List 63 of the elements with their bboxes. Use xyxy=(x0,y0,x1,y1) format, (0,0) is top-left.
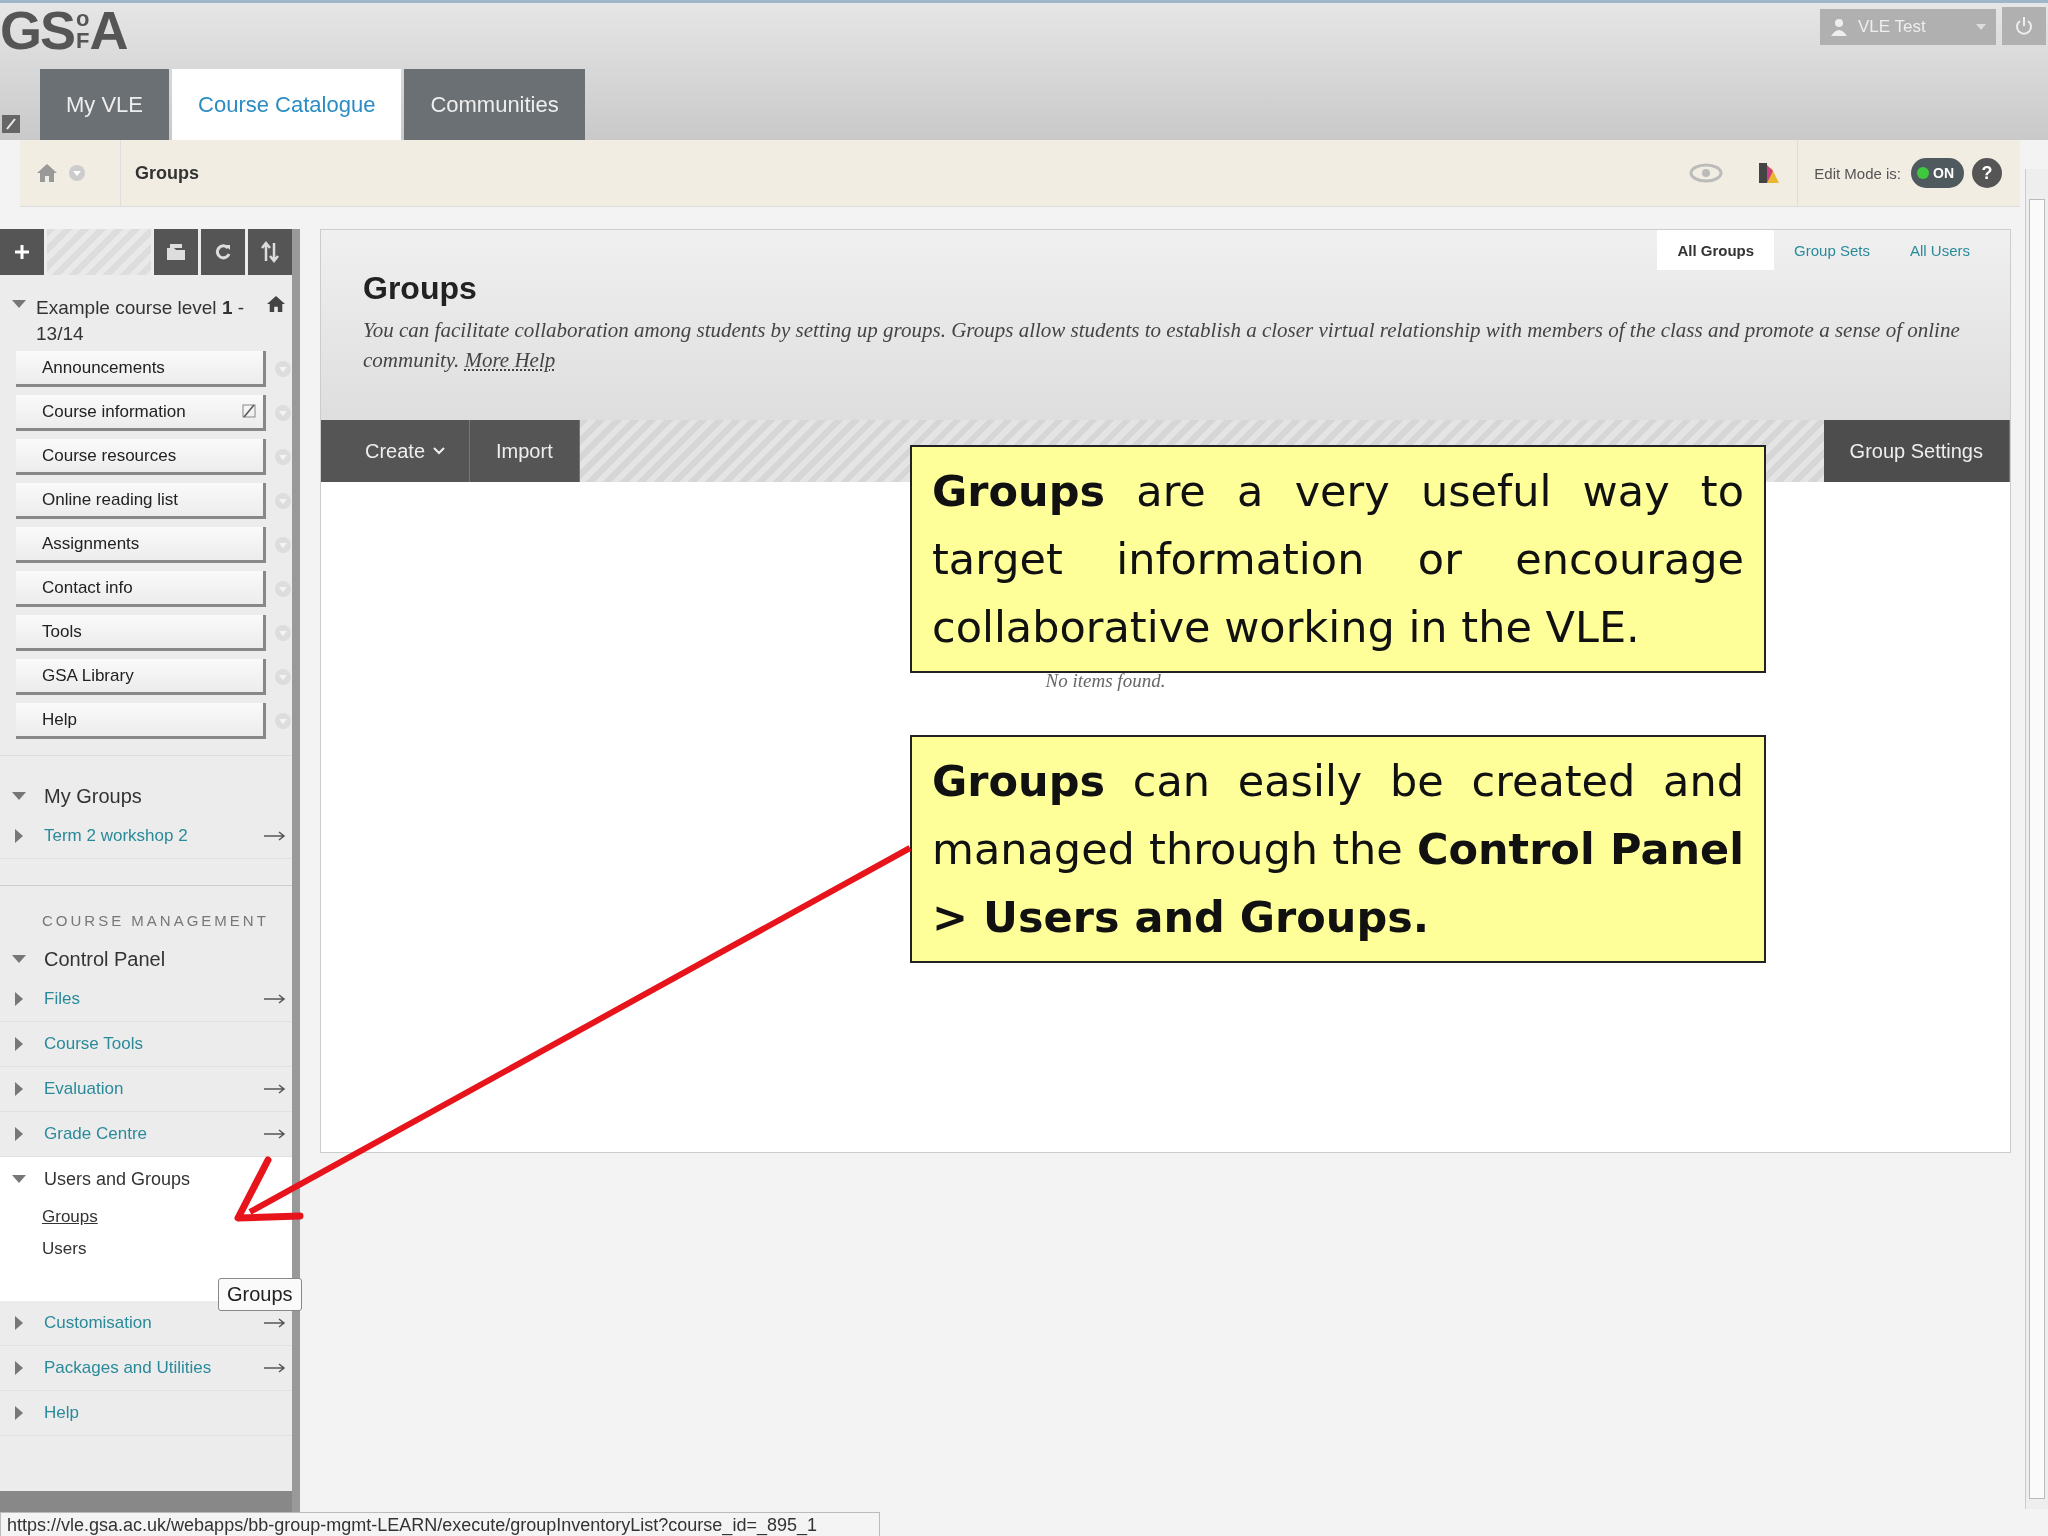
collapse-triangle-icon[interactable] xyxy=(12,300,26,310)
arrow-right-icon[interactable] xyxy=(264,1363,286,1373)
chevron-down-icon xyxy=(433,447,446,455)
view-tab[interactable]: All Groups xyxy=(1657,230,1775,270)
arrow-right-icon[interactable] xyxy=(264,1084,286,1094)
course-menu-item[interactable]: Announcements xyxy=(16,351,266,387)
edit-mode-toggle[interactable]: ON xyxy=(1911,158,1964,188)
course-menu-item[interactable]: Help xyxy=(16,703,266,739)
course-menu-item[interactable]: Online reading list xyxy=(16,483,266,519)
nav-tab[interactable]: Communities xyxy=(404,69,585,140)
callout-note: Groups are a very useful way to target information or encourage collaborative working in the VLE. xyxy=(910,445,1766,673)
section-title: Control Panel xyxy=(44,947,166,971)
sidebar-sublink[interactable]: Users xyxy=(42,1239,87,1259)
tooltip: Groups xyxy=(218,1278,302,1311)
sidebar-link[interactable]: Term 2 workshop 2 xyxy=(44,826,246,846)
sort-button[interactable] xyxy=(248,229,292,275)
refresh-icon xyxy=(213,242,233,262)
nav-tab[interactable]: Course Catalogue xyxy=(172,69,402,140)
arrow-right-icon[interactable] xyxy=(264,994,286,1004)
home-icon xyxy=(266,295,286,313)
power-icon xyxy=(2014,16,2034,36)
view-tab[interactable]: Group Sets xyxy=(1774,230,1890,270)
pencil-icon xyxy=(2,115,20,133)
color-palette-icon[interactable] xyxy=(1757,161,1782,185)
section-heading: COURSE MANAGEMENT xyxy=(41,911,270,931)
help-button[interactable]: ? xyxy=(1972,158,2002,188)
empty-message: No items found. xyxy=(1044,670,1167,692)
folder-button[interactable] xyxy=(154,229,198,275)
course-menu-item[interactable]: Tools xyxy=(16,615,266,651)
course-menu-item[interactable]: Assignments xyxy=(16,527,266,563)
course-title: Example course level 1 - 13/14 xyxy=(36,296,246,346)
folder-icon xyxy=(165,242,187,262)
nav-tab[interactable]: My VLE xyxy=(40,69,170,140)
refresh-button[interactable] xyxy=(201,229,245,275)
sort-arrows-icon xyxy=(260,241,280,263)
edit-mode-label: Edit Mode is: xyxy=(1814,164,1901,182)
arrow-right-icon[interactable] xyxy=(264,1129,286,1139)
sidebar-link[interactable]: Users and Groups xyxy=(44,1168,286,1190)
plus-icon xyxy=(13,243,31,261)
status-bar-url: https://vle.gsa.ac.uk/webapps/bb-group-mgmt-LEARN/execute/groupInventoryList?course_id=_895_1 xyxy=(0,1512,880,1536)
page-description: You can facilitate collaboration among students by setting up groups. Groups allow students to establish a closer virtual relationship with members of the class and promote a sense of online community. More Help xyxy=(363,317,1961,374)
course-menu-item[interactable]: GSA Library xyxy=(16,659,266,695)
course-menu-item[interactable]: Course resources xyxy=(16,439,266,475)
section-title: My Groups xyxy=(44,784,142,808)
person-icon xyxy=(1830,18,1848,36)
sidebar-link[interactable]: Customisation xyxy=(44,1313,246,1333)
home-icon[interactable] xyxy=(36,163,58,183)
arrow-right-icon[interactable] xyxy=(264,1318,286,1328)
breadcrumb-current: Groups xyxy=(120,140,199,206)
sidebar-sublink[interactable]: Groups xyxy=(42,1207,98,1227)
course-menu-item[interactable]: Contact info xyxy=(16,571,266,607)
scrollbar[interactable] xyxy=(2025,169,2048,1509)
view-tab[interactable]: All Users xyxy=(1890,230,1990,270)
caret-icon xyxy=(1976,24,1986,30)
add-button[interactable] xyxy=(0,229,44,275)
more-help-link[interactable]: More Help xyxy=(464,348,556,372)
page-title: Groups xyxy=(363,270,478,307)
group-settings-button[interactable]: Group Settings xyxy=(1823,420,2010,482)
arrow-right-icon[interactable] xyxy=(264,831,286,841)
create-menu-button[interactable]: Create xyxy=(321,420,471,482)
import-button[interactable]: Import xyxy=(470,420,580,482)
callout-note: Groups can easily be created and managed through the Control Panel > Users and Groups. xyxy=(910,735,1766,963)
course-menu-item[interactable]: Course information xyxy=(16,395,266,431)
